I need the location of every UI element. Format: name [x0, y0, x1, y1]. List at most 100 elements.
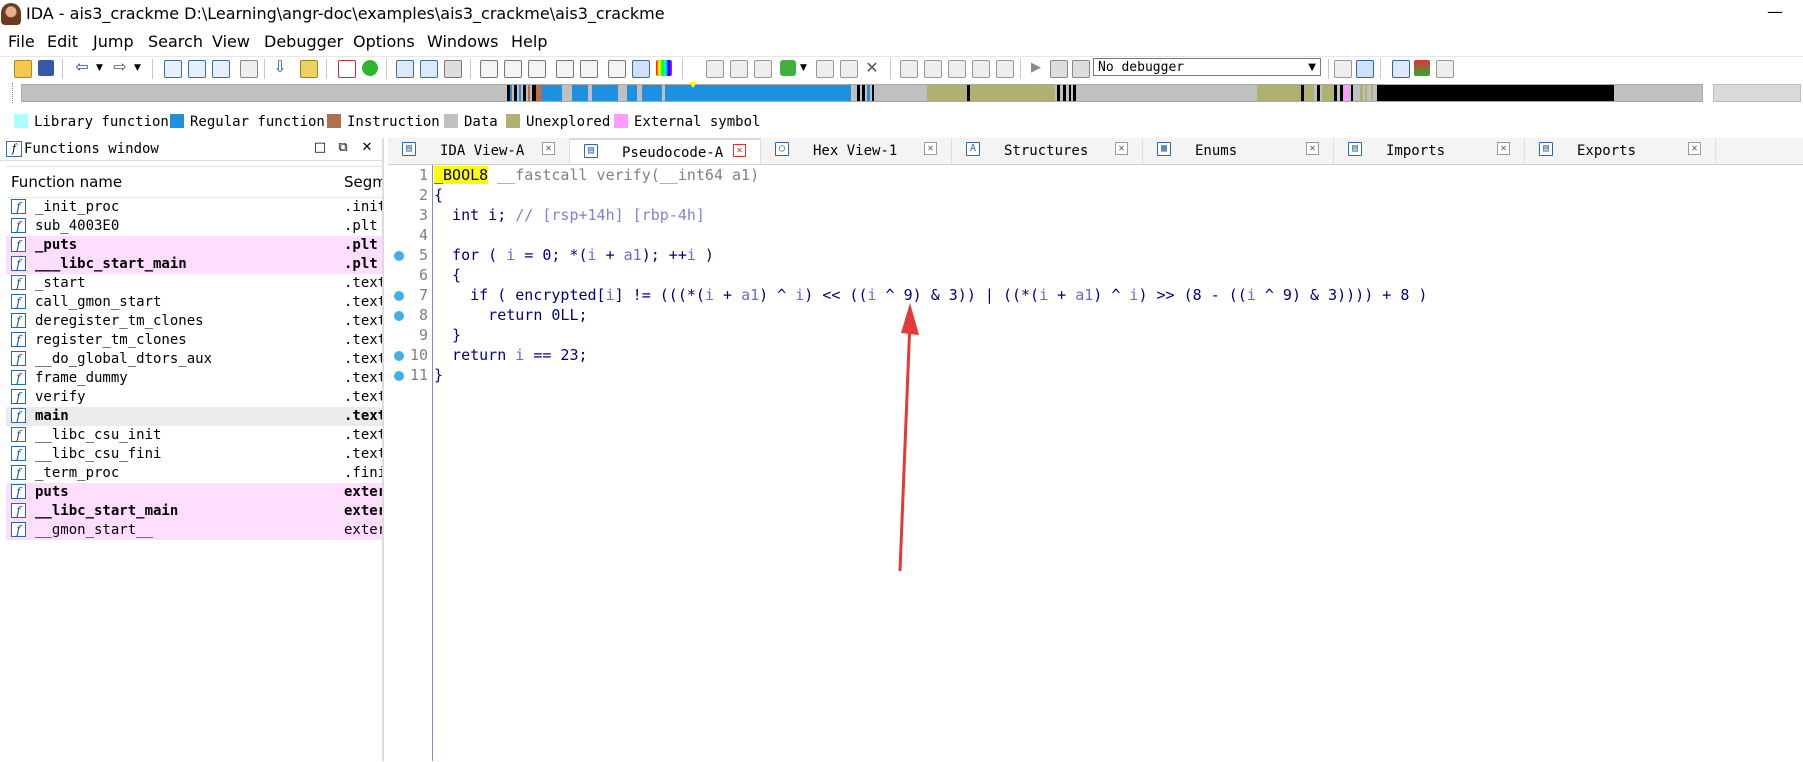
- tab-close-icon[interactable]: ✕: [1115, 142, 1128, 155]
- debugger-select[interactable]: No debugger ▼: [1093, 58, 1321, 76]
- user-graph-icon[interactable]: [972, 60, 990, 78]
- segments-icon[interactable]: [480, 60, 498, 78]
- add-icon[interactable]: [780, 60, 796, 76]
- run-script-icon[interactable]: [362, 60, 378, 76]
- code-line[interactable]: 6 {: [388, 266, 1803, 286]
- tab-pseudocode-a[interactable]: ▤ Pseudocode-A ✕: [570, 138, 761, 164]
- code-line[interactable]: 10 return i == 23;: [388, 346, 1803, 366]
- code-line[interactable]: 5 for ( i = 0; *(i + a1); ++i ): [388, 246, 1803, 266]
- tab-ida-view-a[interactable]: ▤ IDA View-A ✕: [388, 138, 570, 164]
- menu-edit[interactable]: Edit: [47, 32, 78, 51]
- tab-structures[interactable]: A Structures ✕: [952, 138, 1143, 164]
- colors-icon[interactable]: [656, 60, 672, 76]
- function-row[interactable]: f sub_4003E0 .plt: [6, 217, 383, 236]
- float-icon[interactable]: ⧉: [336, 140, 350, 155]
- strings-icon[interactable]: [556, 60, 574, 78]
- trace-icon[interactable]: [1392, 60, 1410, 78]
- tab-close-icon[interactable]: ✕: [733, 144, 746, 157]
- function-row[interactable]: f __libc_start_main extern: [6, 502, 383, 521]
- tab-close-icon[interactable]: ✕: [1688, 142, 1701, 155]
- stop-icon[interactable]: [1072, 60, 1090, 78]
- view-disasm-icon[interactable]: [396, 60, 414, 78]
- open-icon[interactable]: [14, 60, 32, 78]
- edit-function-icon[interactable]: [730, 60, 748, 78]
- forward-dropdown-icon[interactable]: ▼: [134, 60, 144, 76]
- navigation-strip[interactable]: [21, 84, 1703, 102]
- restore-icon[interactable]: □: [313, 140, 327, 155]
- menu-jump[interactable]: Jump: [93, 32, 134, 51]
- comment-icon[interactable]: [840, 60, 858, 78]
- close-icon[interactable]: ✕: [360, 140, 374, 155]
- breakpoint-list-icon[interactable]: [1356, 60, 1374, 78]
- delete-icon[interactable]: ✕: [864, 60, 880, 76]
- search-next-icon[interactable]: [240, 60, 258, 78]
- function-row[interactable]: f __do_global_dtors_aux .text: [6, 350, 383, 369]
- function-row[interactable]: f _start .text: [6, 274, 383, 293]
- code-line[interactable]: 3 int i; // [rsp+14h] [rbp-4h]: [388, 206, 1803, 226]
- menu-search[interactable]: Search: [148, 32, 203, 51]
- add-dropdown-icon[interactable]: ▼: [800, 60, 810, 76]
- debug-options-icon[interactable]: [1436, 60, 1454, 78]
- tab-close-icon[interactable]: ✕: [924, 142, 937, 155]
- menu-file[interactable]: File: [8, 32, 35, 51]
- search-binary-icon[interactable]: [164, 60, 182, 78]
- xref-graph-icon[interactable]: [948, 60, 966, 78]
- tab-hex-view-1[interactable]: ◯ Hex View-1 ✕: [761, 138, 952, 164]
- menu-view[interactable]: View: [212, 32, 250, 51]
- forward-icon[interactable]: ⇨: [112, 59, 128, 76]
- function-row[interactable]: f __gmon_start__ extern: [6, 521, 383, 540]
- code-line[interactable]: 9 }: [388, 326, 1803, 346]
- minimize-button[interactable]: —: [1765, 2, 1785, 21]
- code-line[interactable]: 7 if ( encrypted[i] != (((*(i + a1) ^ i)…: [388, 286, 1803, 306]
- menu-options[interactable]: Options: [353, 32, 415, 51]
- view-hex-icon[interactable]: [444, 60, 462, 78]
- tab-imports[interactable]: ▤ Imports ✕: [1334, 138, 1525, 164]
- pane-splitter[interactable]: [382, 138, 384, 761]
- search-text-icon[interactable]: [188, 60, 206, 78]
- graph-icon[interactable]: [338, 60, 356, 78]
- view-proximity-icon[interactable]: [420, 60, 438, 78]
- create-function-icon[interactable]: [706, 60, 724, 78]
- tab-close-icon[interactable]: ✕: [1497, 142, 1510, 155]
- function-row[interactable]: f register_tm_clones .text: [6, 331, 383, 350]
- code-line[interactable]: 11}: [388, 366, 1803, 386]
- tab-exports[interactable]: ▤ Exports ✕: [1525, 138, 1716, 164]
- names-icon[interactable]: [504, 60, 522, 78]
- jump-down-icon[interactable]: ⇩: [272, 59, 288, 76]
- menu-debugger[interactable]: Debugger: [264, 32, 343, 51]
- xrefs-icon[interactable]: [580, 60, 598, 78]
- tab-close-icon[interactable]: ✕: [1306, 142, 1319, 155]
- code-line[interactable]: 4: [388, 226, 1803, 246]
- print-icon[interactable]: [608, 60, 626, 78]
- function-row[interactable]: fputs extern: [6, 483, 383, 502]
- create-struct-icon[interactable]: [754, 60, 772, 78]
- call-graph-icon[interactable]: [924, 60, 942, 78]
- patch-icon[interactable]: [816, 60, 834, 78]
- function-row[interactable]: f _puts .plt: [6, 236, 383, 255]
- column-segment[interactable]: Segm: [344, 173, 383, 191]
- mark-position-icon[interactable]: [300, 60, 318, 78]
- function-row[interactable]: f call_gmon_start .text: [6, 293, 383, 312]
- function-row[interactable]: f frame_dummy .text: [6, 369, 383, 388]
- tab-close-icon[interactable]: ✕: [542, 142, 555, 155]
- function-row[interactable]: f __libc_csu_init .text: [6, 426, 383, 445]
- function-row[interactable]: f deregister_tm_clones .text: [6, 312, 383, 331]
- code-line[interactable]: 8 return 0LL;: [388, 306, 1803, 326]
- function-row[interactable]: f _term_proc .fini: [6, 464, 383, 483]
- play-icon[interactable]: ▶: [1028, 60, 1044, 76]
- back-icon[interactable]: ⇦: [74, 59, 90, 76]
- attach-icon[interactable]: [1334, 60, 1352, 78]
- save-icon[interactable]: [38, 60, 54, 76]
- column-function-name[interactable]: Function name: [11, 173, 122, 191]
- code-line[interactable]: 1 _BOOL8 __fastcall verify(__int64 a1): [388, 166, 1803, 186]
- function-row[interactable]: f main .text: [6, 407, 383, 426]
- tab-enums[interactable]: ▦ Enums ✕: [1143, 138, 1334, 164]
- flow-chart-icon[interactable]: [900, 60, 918, 78]
- code-line[interactable]: 2{: [388, 186, 1803, 206]
- menu-help[interactable]: Help: [511, 32, 547, 51]
- search-immediate-icon[interactable]: [212, 60, 230, 78]
- pseudocode-view[interactable]: 1 _BOOL8 __fastcall verify(__int64 a1) 2{3…: [388, 165, 1803, 761]
- functions-icon[interactable]: [528, 60, 546, 78]
- function-row[interactable]: f _init_proc .init: [6, 198, 383, 217]
- tree-icon[interactable]: [996, 60, 1014, 78]
